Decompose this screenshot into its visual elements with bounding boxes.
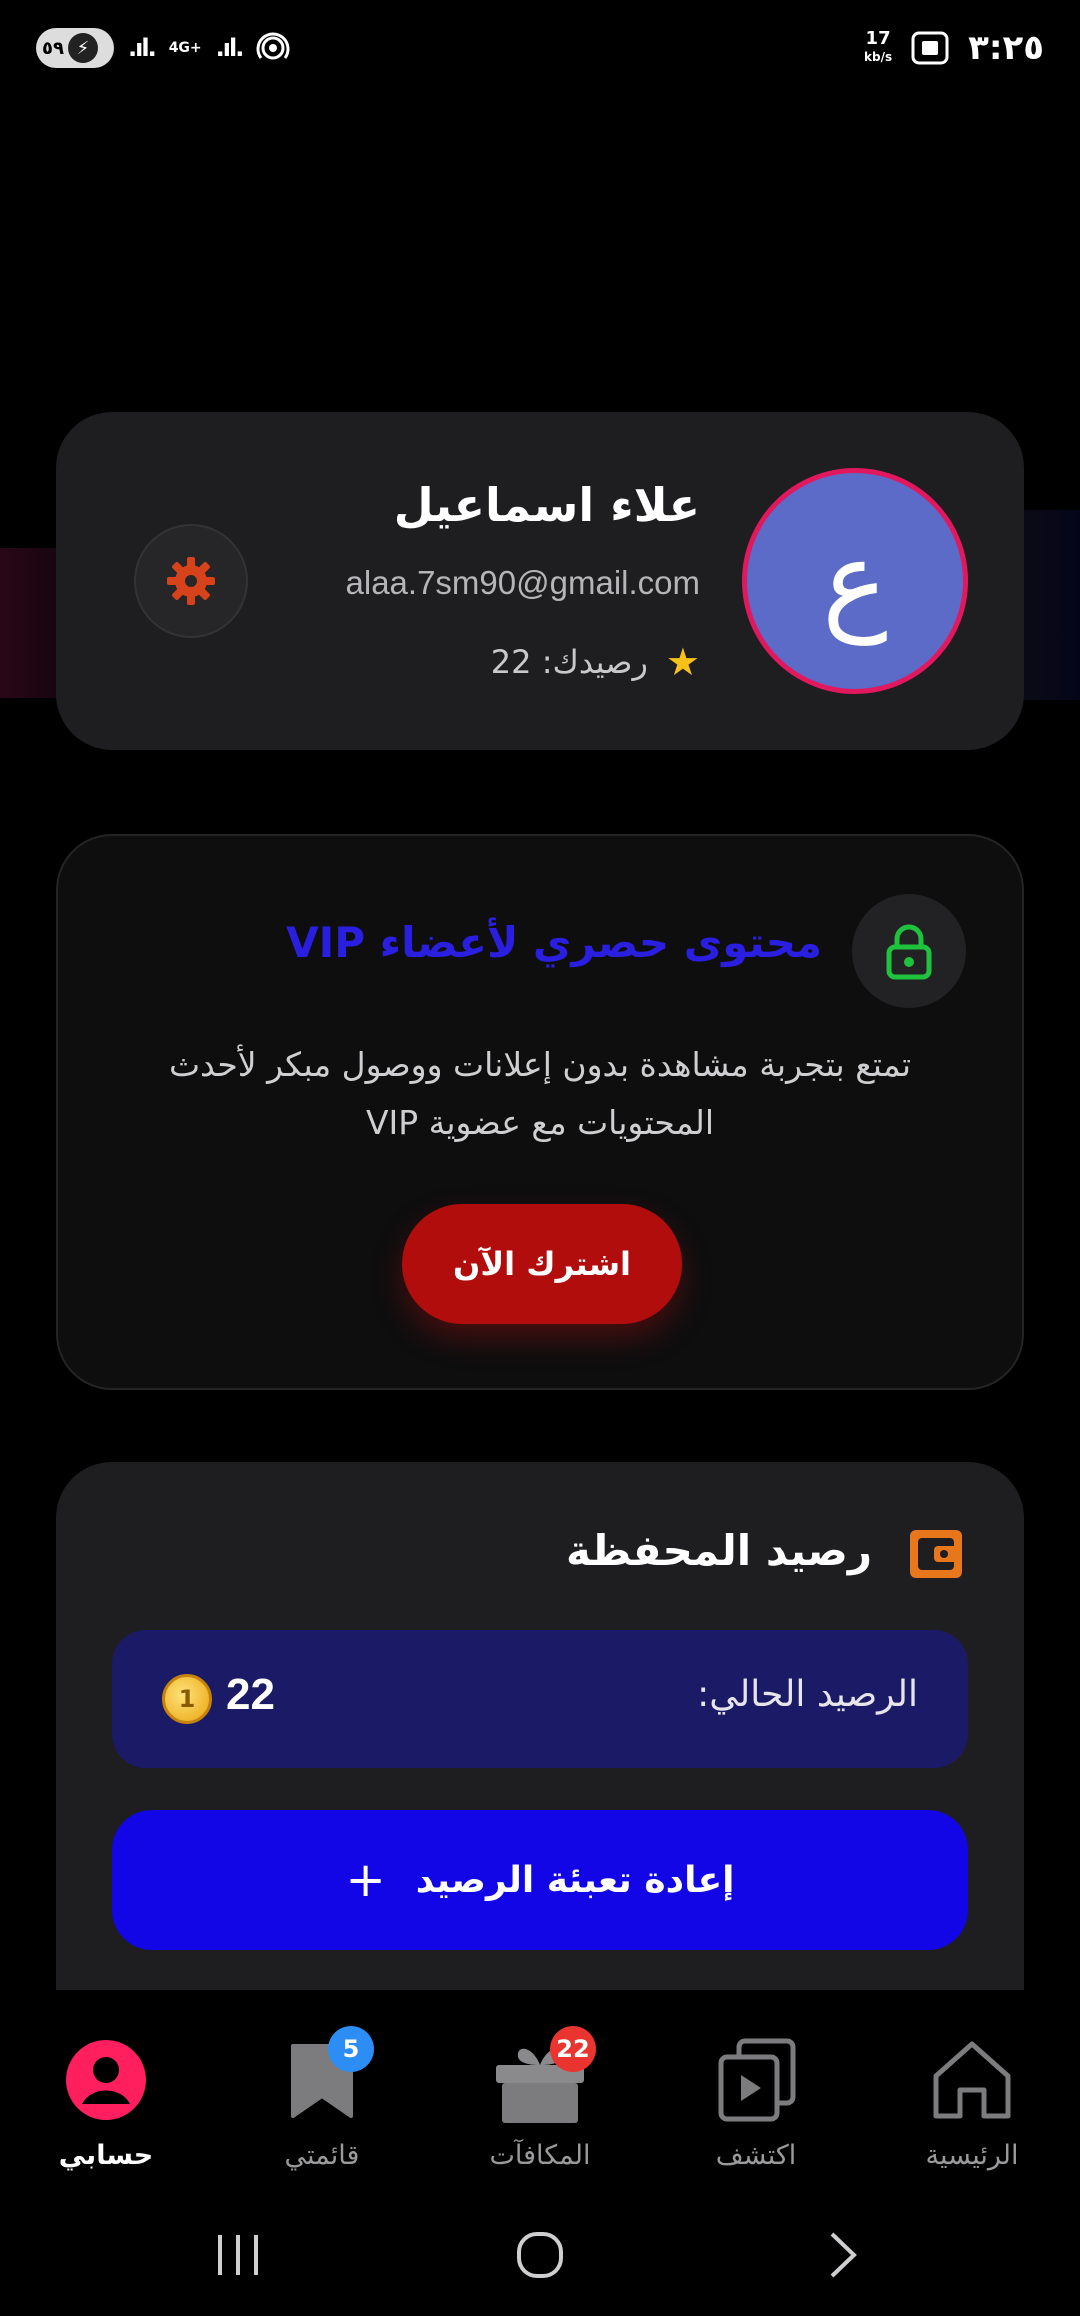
charging-icon: ⚡ xyxy=(67,33,98,63)
nav-label-discover: اكتشف xyxy=(715,2140,797,2171)
current-balance-box: الرصيد الحالي: 1 22 xyxy=(112,1630,968,1768)
profile-balance-label: رصيدك: 22 xyxy=(490,643,648,681)
battery-level: ٥٩ xyxy=(42,37,64,59)
profile-email: alaa.7sm90@gmail.com xyxy=(345,564,700,601)
nav-label-my-list: قائمتي xyxy=(284,2140,360,2171)
account-icon xyxy=(66,2040,146,2120)
settings-button[interactable] xyxy=(134,524,248,638)
wallet-icon xyxy=(910,1530,962,1578)
screenshot-icon xyxy=(911,31,949,65)
wallet-card: رصيد المحفظة الرصيد الحالي: 1 22 إعادة ت… xyxy=(56,1462,1024,2022)
refill-balance-label: إعادة تعبئة الرصيد xyxy=(415,1859,735,1901)
profile-card: ع علاء اسماعيل alaa.7sm90@gmail.com ★ رص… xyxy=(56,412,1024,750)
nav-label-home: الرئيسية xyxy=(925,2140,1019,2171)
hotspot-icon xyxy=(256,32,290,60)
nav-item-discover[interactable]: اكتشف xyxy=(666,2030,846,2171)
home-system-button[interactable] xyxy=(500,2220,580,2290)
plus-icon: + xyxy=(345,1852,386,1908)
status-bar-right: 17 kb/s ٣:٢٥ xyxy=(864,28,1044,68)
subscribe-button[interactable]: اشترك الآن xyxy=(402,1204,682,1324)
recent-apps-button[interactable] xyxy=(198,2220,278,2290)
nav-label-rewards: المكافآت xyxy=(489,2140,591,2171)
nav-item-account[interactable]: حسابي xyxy=(16,2030,196,2171)
signal-icon-2: .ıl. xyxy=(215,34,245,62)
lock-icon xyxy=(886,924,932,980)
gear-icon xyxy=(167,557,215,605)
nav-item-my-list[interactable]: 5 قائمتي xyxy=(232,2026,412,2171)
profile-name: علاء اسماعيل xyxy=(393,478,700,532)
current-balance-label: الرصيد الحالي: xyxy=(697,1674,918,1715)
status-bar-left: ٥٩ ⚡ .ıl. 4G+ .ıl. xyxy=(36,28,290,68)
nav-item-home[interactable]: الرئيسية xyxy=(882,2030,1062,2171)
avatar[interactable]: ع xyxy=(742,468,968,694)
network-speed-value: 17 xyxy=(865,28,891,49)
recent-apps-icon xyxy=(218,2235,258,2275)
bottom-navigation: حسابي 5 قائمتي 22 المكافآت اكتشف الرئيسي… xyxy=(0,1990,1080,2190)
nav-item-rewards[interactable]: 22 المكافآت xyxy=(450,2026,630,2171)
clock: ٣:٢٥ xyxy=(968,28,1044,68)
vip-title: محتوى حصري لأعضاء VIP xyxy=(286,918,822,967)
my-list-badge: 5 xyxy=(328,2026,374,2072)
home-icon xyxy=(933,2041,1011,2119)
chevron-right-icon xyxy=(830,2232,857,2278)
profile-balance: ★ رصيدك: 22 xyxy=(491,640,700,684)
nav-label-account: حسابي xyxy=(58,2140,154,2171)
refill-balance-button[interactable]: إعادة تعبئة الرصيد + xyxy=(112,1810,968,1950)
status-bar: ٥٩ ⚡ .ıl. 4G+ .ıl. 17 kb/s ٣:٢٥ xyxy=(0,0,1080,96)
network-speed-unit: kb/s xyxy=(864,50,893,64)
back-system-button[interactable] xyxy=(802,2220,882,2290)
signal-icon: .ıl. xyxy=(128,34,157,62)
wallet-title: رصيد المحفظة xyxy=(566,1526,872,1575)
rewards-badge: 22 xyxy=(550,2026,596,2072)
decorative-glow-left xyxy=(0,548,60,698)
current-balance-value: 22 xyxy=(226,1670,275,1719)
home-circle-icon xyxy=(517,2232,563,2278)
decorative-glow-right xyxy=(1020,510,1080,700)
vip-description: تمتع بتجربة مشاهدة بدون إعلانات ووصول مب… xyxy=(168,1045,912,1142)
battery-indicator: ٥٩ ⚡ xyxy=(36,28,114,68)
system-navigation-bar xyxy=(0,2200,1080,2316)
network-type: 4G+ xyxy=(168,40,202,56)
network-speed: 17 kb/s xyxy=(864,30,892,66)
star-icon: ★ xyxy=(665,640,700,684)
coin-icon: 1 xyxy=(162,1674,212,1724)
lock-badge xyxy=(852,894,966,1008)
play-stack-icon xyxy=(718,2038,796,2122)
vip-card: محتوى حصري لأعضاء VIP تمتع بتجربة مشاهدة… xyxy=(56,834,1024,1390)
